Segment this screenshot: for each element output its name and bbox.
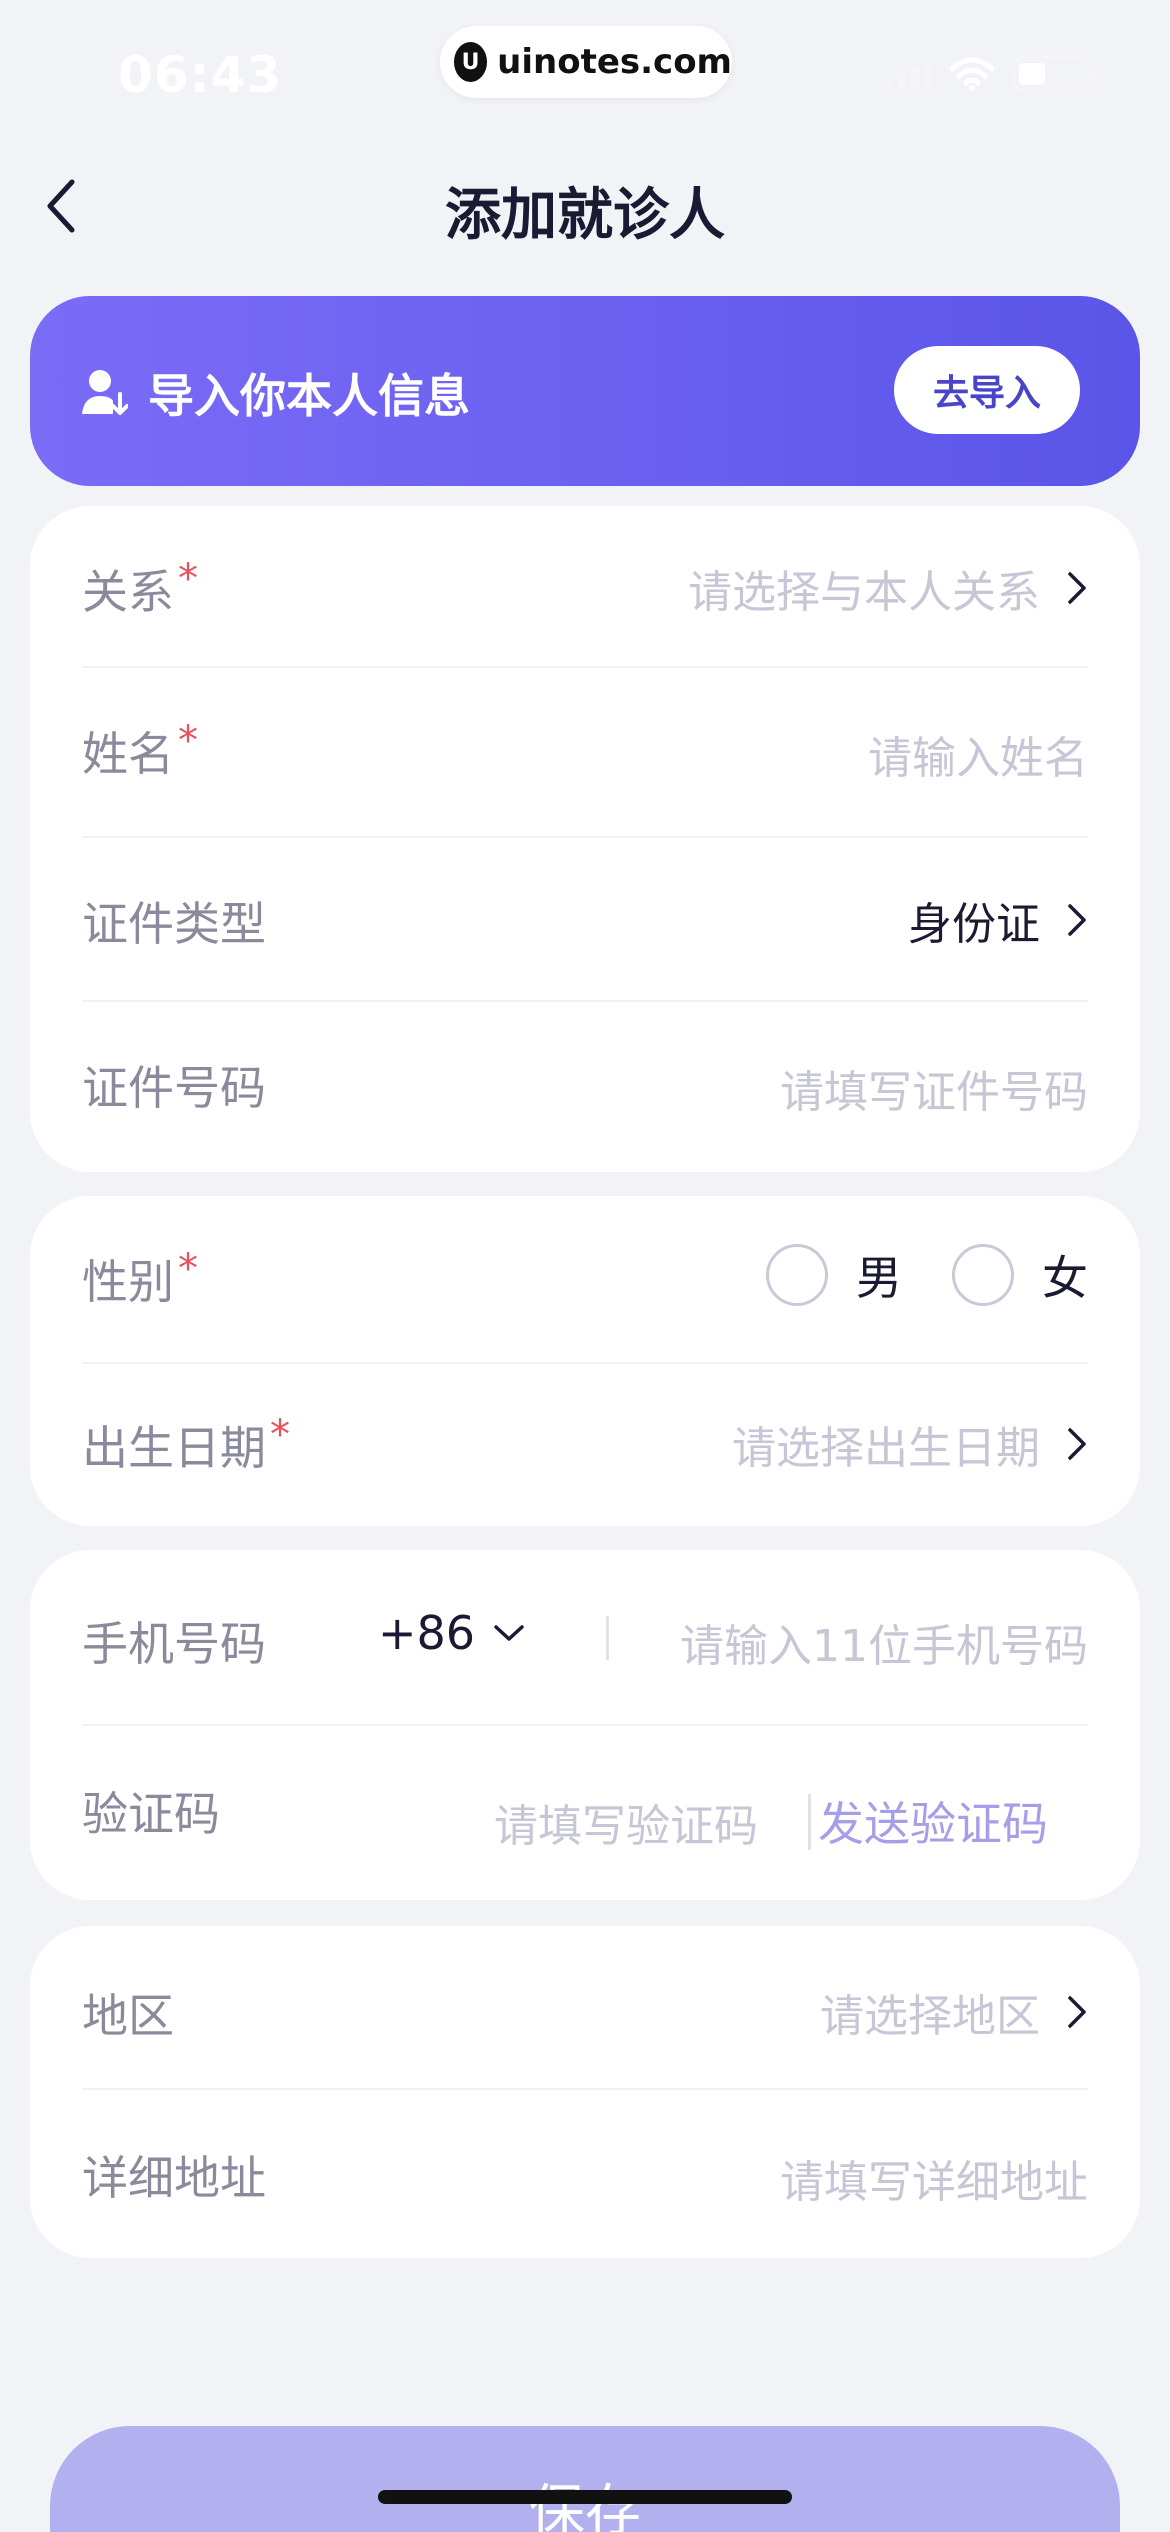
birthday-placeholder: 请选择出生日期 [732,1423,1040,1474]
divider [82,2088,1088,2090]
required-mark: * [270,1412,290,1458]
name-label-text: 姓名 [82,727,174,781]
country-code-select[interactable]: +86 [378,1606,525,1660]
birthday-select[interactable]: 请选择出生日期 [732,1412,1088,1476]
vertical-divider [808,1794,811,1850]
page: 06:43 U uinotes.com 添加就诊人 导入你本人信息 去导入 关系… [0,0,1170,2532]
required-mark: * [178,556,198,602]
watermark-badge: U uinotes.com [440,26,732,98]
import-banner: 导入你本人信息 去导入 [30,296,1140,486]
divider [82,1724,1088,1726]
signal-icon [885,59,932,89]
personal-card: 性别 * 男 女 出生日期 * 请选择出生日期 [30,1196,1140,1526]
chevron-right-icon [1068,572,1086,604]
divider [82,1362,1088,1364]
gender-label: 性别 * [82,1246,198,1312]
divider [82,836,1088,838]
home-indicator [378,2490,792,2504]
phone-input[interactable]: 请输入11位手机号码 [680,1610,1088,1674]
id-type-select[interactable]: 身份证 [908,888,1088,952]
relation-placeholder: 请选择与本人关系 [688,567,1040,618]
verify-label: 验证码 [82,1787,220,1841]
relation-select[interactable]: 请选择与本人关系 [688,556,1088,620]
id-number-input[interactable]: 请填写证件号码 [780,1056,1088,1120]
id-type-value: 身份证 [908,899,1040,950]
relation-label-text: 关系 [82,565,174,619]
basic-info-card: 关系 * 请选择与本人关系 姓名 * 请输入姓名 证件类型 身份证 证件号码 请填写… [30,506,1140,1172]
status-time: 06:43 [118,46,283,104]
send-code-button[interactable]: 发送验证码 [818,1788,1048,1854]
chevron-right-icon [1068,1996,1086,2028]
gender-male-label: 男 [856,1251,902,1305]
verify-input[interactable]: 请填写验证码 [494,1790,758,1854]
id-type-label: 证件类型 [82,897,266,951]
gender-radio-group: 男 女 [766,1242,1088,1308]
chevron-down-icon [494,1625,524,1641]
phone-label: 手机号码 [82,1617,266,1671]
address-card: 地区 请选择地区 详细地址 请填写详细地址 [30,1926,1140,2258]
region-label: 地区 [82,1989,174,2043]
required-mark: * [178,1246,198,1292]
save-button[interactable]: 保存 [50,2426,1120,2532]
country-code-value: +86 [378,1606,476,1660]
region-select[interactable]: 请选择地区 [820,1980,1088,2044]
id-number-label: 证件号码 [82,1061,266,1115]
name-input[interactable]: 请输入姓名 [868,722,1088,786]
address-label: 详细地址 [82,2151,266,2205]
watermark-text: uinotes.com [497,42,732,82]
gender-female-label: 女 [1042,1251,1088,1305]
divider [82,1000,1088,1002]
chevron-right-icon [1068,904,1086,936]
address-input[interactable]: 请填写详细地址 [780,2146,1088,2210]
gender-option-female[interactable]: 女 [952,1242,1088,1308]
battery-icon [1012,56,1096,92]
battery-level [1019,63,1045,85]
divider [82,666,1088,668]
import-banner-text: 导入你本人信息 [148,369,470,423]
page-title: 添加就诊人 [445,183,725,248]
status-bar: 06:43 U uinotes.com [0,0,1170,140]
user-import-icon [80,368,129,418]
birthday-label-text: 出生日期 [82,1421,266,1475]
name-label: 姓名 * [82,718,198,784]
chevron-right-icon [1068,1428,1086,1460]
vertical-divider [606,1616,609,1660]
nav-bar: 添加就诊人 [0,150,1170,260]
wifi-icon [950,57,994,91]
region-placeholder: 请选择地区 [820,1991,1040,2042]
gender-label-text: 性别 [82,1255,174,1309]
contact-card: 手机号码 +86 请输入11位手机号码 验证码 请填写验证码 发送验证码 [30,1550,1140,1900]
gender-option-male[interactable]: 男 [766,1242,902,1308]
status-icons [885,56,1096,92]
birthday-label: 出生日期 * [82,1412,290,1478]
relation-label: 关系 * [82,556,198,622]
radio-circle-icon[interactable] [952,1244,1014,1306]
watermark-logo-icon: U [454,42,488,82]
import-button[interactable]: 去导入 [894,346,1080,434]
radio-circle-icon[interactable] [766,1244,828,1306]
required-mark: * [178,718,198,764]
